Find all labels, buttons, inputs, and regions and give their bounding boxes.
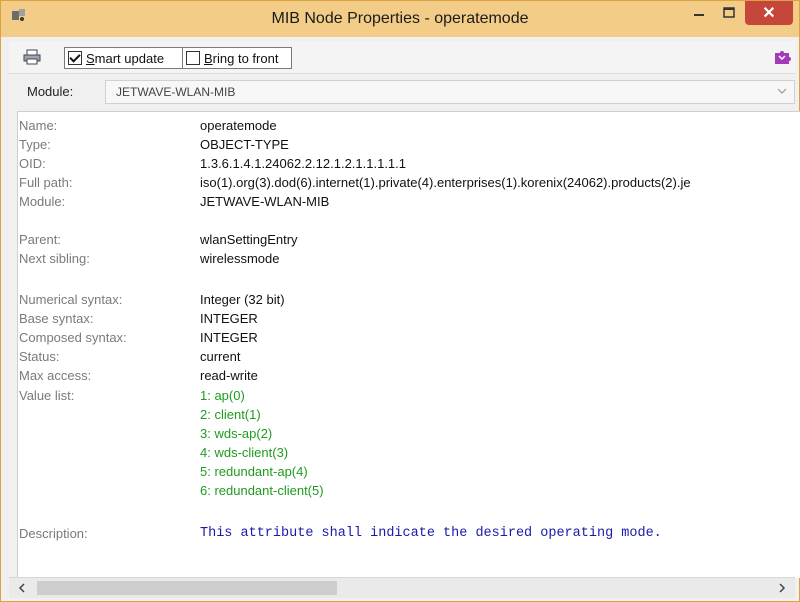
property-label: Base syntax: — [19, 311, 94, 326]
value-list-item: 4: wds-client(3) — [200, 445, 289, 460]
properties-panel: Name: operatemode Type: OBJECT-TYPE OID:… — [17, 111, 800, 578]
property-label: Numerical syntax: — [19, 292, 123, 307]
smart-update-checkmark — [68, 51, 82, 65]
property-label: Name: — [19, 118, 58, 133]
value-list-item: 6: redundant-client(5) — [200, 483, 324, 498]
property-label: Max access: — [19, 368, 92, 383]
maximize-icon — [723, 7, 735, 18]
title-bar[interactable]: MIB Node Properties - operatemode ✕ — [1, 1, 799, 37]
close-button[interactable]: ✕ — [745, 1, 793, 25]
property-label: Value list: — [19, 388, 75, 403]
scrollbar-thumb[interactable] — [37, 581, 337, 595]
scroll-right-icon[interactable] — [775, 581, 789, 595]
property-label: OID: — [19, 156, 46, 171]
property-label: Status: — [19, 349, 60, 364]
bring-to-front-label: Bring to front — [204, 50, 279, 66]
window-title: MIB Node Properties - operatemode — [271, 10, 529, 27]
printer-icon[interactable] — [23, 49, 41, 65]
value-list-item: 2: client(1) — [200, 407, 261, 422]
property-value: iso(1).org(3).dod(6).internet(1).private… — [200, 175, 691, 190]
smart-update-checkbox[interactable]: Smart update — [64, 47, 183, 69]
module-select[interactable]: JETWAVE-WLAN-MIB — [105, 80, 795, 104]
bring-to-front-checkbox[interactable]: Bring to front — [182, 47, 292, 69]
property-value: INTEGER — [200, 330, 258, 345]
property-label: Composed syntax: — [19, 330, 127, 345]
horizontal-scrollbar[interactable] — [9, 577, 795, 598]
property-label: Type: — [19, 137, 51, 152]
property-value: INTEGER — [200, 311, 258, 326]
property-label: Description: — [19, 526, 88, 541]
property-value: read-write — [200, 368, 258, 383]
property-label: Full path: — [19, 175, 73, 190]
module-label: Module: — [27, 84, 74, 99]
property-label: Module: — [19, 194, 66, 209]
minimize-button[interactable] — [684, 1, 714, 25]
value-list-item: 5: redundant-ap(4) — [200, 464, 308, 479]
smart-update-label: Smart update — [86, 50, 165, 66]
chevron-down-icon — [777, 88, 787, 94]
value-list-item: 1: ap(0) — [200, 388, 245, 403]
property-value: OBJECT-TYPE — [200, 137, 289, 152]
module-bar: Module: JETWAVE-WLAN-MIB — [9, 79, 795, 105]
value-list-item: 3: wds-ap(2) — [200, 426, 273, 441]
maximize-button[interactable] — [714, 1, 744, 25]
close-icon: ✕ — [762, 5, 776, 22]
property-value: current — [200, 349, 241, 364]
minimize-icon — [694, 14, 704, 16]
mib-node-properties-window: MIB Node Properties - operatemode ✕ Smar… — [0, 0, 800, 602]
property-label: Parent: — [19, 232, 61, 247]
module-select-value: JETWAVE-WLAN-MIB — [116, 85, 236, 99]
property-value: JETWAVE-WLAN-MIB — [200, 194, 330, 209]
extension-icon[interactable] — [773, 49, 791, 65]
property-value: wirelessmode — [200, 251, 280, 266]
description-text: This attribute shall indicate the desire… — [200, 526, 662, 541]
scroll-left-icon[interactable] — [15, 581, 29, 595]
property-value: Integer (32 bit) — [200, 292, 285, 307]
property-label: Next sibling: — [19, 251, 90, 266]
property-value: 1.3.6.1.4.1.24062.2.12.1.2.1.1.1.1.1 — [200, 156, 407, 171]
property-value: operatemode — [200, 118, 277, 133]
toolbar: Smart update Bring to front — [9, 41, 795, 74]
bring-to-front-checkmark — [186, 51, 200, 65]
property-value: wlanSettingEntry — [200, 232, 298, 247]
